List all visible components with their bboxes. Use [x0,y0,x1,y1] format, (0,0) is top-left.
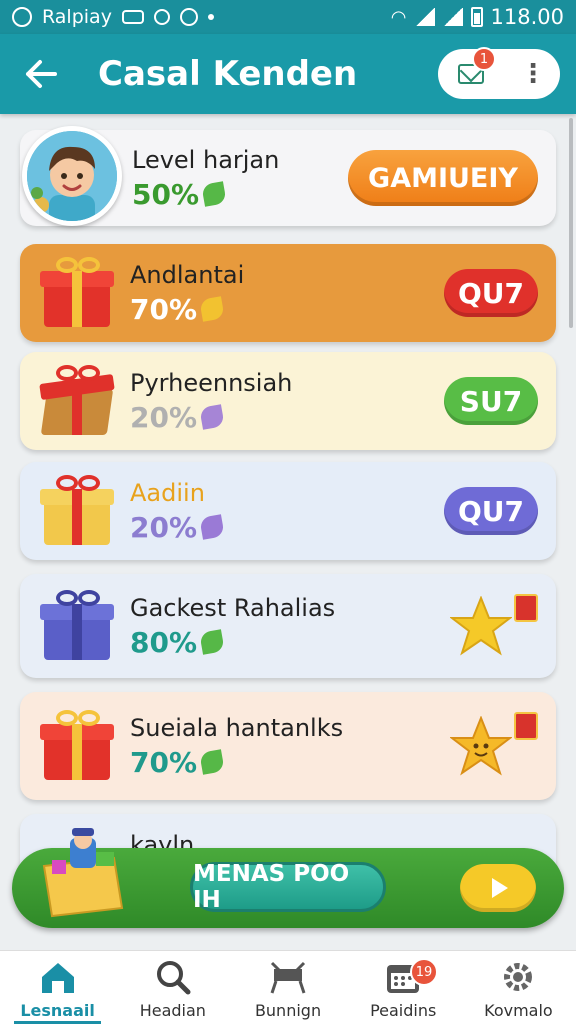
leaf-icon [201,181,227,207]
nav-label: Lesnaail [20,1001,95,1020]
table-icon [270,961,306,994]
star-icon[interactable] [450,596,512,656]
back-button[interactable] [16,49,66,99]
nav-label: Peaidins [370,1001,437,1020]
leaf-icon [199,296,225,322]
red-gift-icon [38,257,116,329]
home-icon [41,963,74,993]
red-gift-icon [38,710,116,782]
avatar-boy-icon [27,131,117,221]
item-name: Gackest Rahalias [130,593,336,622]
item-percent: 70% [130,292,198,326]
signal-icon-2 [442,8,463,26]
reward-list: Level harjan 50% GAMIUEIY Andlantai 70% … [0,114,576,950]
list-item[interactable]: Gackest Rahalias 80% [20,574,556,678]
scrollbar[interactable] [569,118,573,328]
gamepad-icon [121,10,144,24]
mail-badge: 1 [472,47,496,71]
smiling-star-icon[interactable] [450,716,512,776]
item-percent: 20% [130,400,198,434]
profile-level-label: Level harjan [132,145,280,174]
list-item[interactable]: Andlantai 70% QU7 [20,244,556,342]
arrow-left-icon [26,60,57,88]
item-percent: 20% [130,510,198,544]
avatar[interactable] [22,126,122,226]
alarm-icon [179,8,198,26]
yellow-gift-icon [38,475,116,547]
list-item[interactable]: Sueiala hantanlks 70% [20,692,556,800]
wifi-icon: ◠ [390,6,407,28]
page-title: Casal Kenden [98,54,358,94]
item-percent: 70% [130,745,198,779]
leaf-icon [199,404,225,430]
leaf-icon [199,629,225,655]
nav-item-table[interactable]: Bunnign [230,951,345,1024]
item-name: Pyrheennsiah [130,368,293,397]
play-button[interactable] [460,864,536,912]
dot-icon [207,14,214,20]
battery-icon [470,7,483,27]
item-name: Aadiin [130,478,205,507]
gear-icon [504,963,533,991]
blue-gift-icon [38,590,116,662]
item-name: Sueiala hantanlks [130,713,344,742]
status-time: 118.00 [490,5,564,29]
item-percent: 80% [130,625,198,659]
list-item[interactable]: Pyrheennsiah 20% SU7 [20,352,556,450]
status-app-name: Ralpiay [42,6,112,28]
nav-item-settings[interactable]: Kovmalo [461,951,576,1024]
list-item[interactable]: Aadiin 20% QU7 [20,462,556,560]
profile-action-button[interactable]: GAMIUEIY [348,150,538,206]
badge-tag-icon [514,712,538,740]
search-icon [156,961,191,995]
nav-item-search[interactable]: Headian [115,951,230,1024]
nav-badge: 19 [410,958,438,986]
item-action-button[interactable]: SU7 [444,377,538,425]
more-menu-icon[interactable]: ⋮ [520,61,546,87]
alert-icon [12,7,32,27]
treasure-box-icon [42,828,124,918]
status-bar: Ralpiay ◠ 118.00 [0,0,576,34]
leaf-icon [199,514,225,540]
profile-card: Level harjan 50% GAMIUEIY [20,126,556,226]
app-header: Casal Kenden 1 ⋮ [0,34,576,114]
nav-item-calendar[interactable]: Peaidins [346,951,461,1024]
nav-label: Bunnign [254,1001,322,1020]
promo-banner: MENAS POO IH [12,828,564,928]
item-action-button[interactable]: QU7 [443,487,538,535]
signal-icon [414,8,435,26]
nav-label: Kovmalo [484,1001,553,1020]
badge-tag-icon [514,594,538,622]
nav-label: Headian [139,1001,206,1020]
open-gift-icon [38,365,116,437]
circle-icon [153,9,170,25]
banner-button[interactable]: MENAS POO IH [190,861,386,913]
item-name: Andlantai [130,260,245,289]
header-actions: 1 ⋮ [438,47,560,99]
profile-percent: 50% [132,177,200,211]
nav-item-home[interactable]: Lesnaail [0,951,115,1024]
item-action-button[interactable]: QU7 [443,269,538,317]
leaf-icon [199,749,225,775]
bottom-navigation: Lesnaail Headian Bunnign Peaidins Kovmal… [0,950,576,1024]
